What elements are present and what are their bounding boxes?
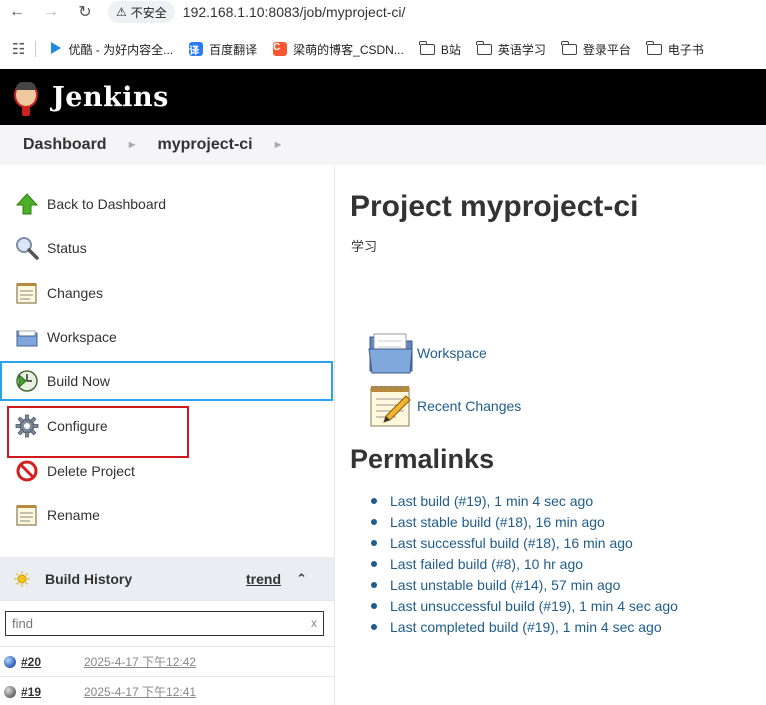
bookmark-separator (35, 41, 37, 57)
build-search-area: x (0, 600, 334, 646)
bookmark-folder-ebooks[interactable]: 电子书 (646, 40, 704, 58)
permalink-last-stable[interactable]: Last stable build (#18), 16 min ago (371, 511, 678, 532)
folder-icon (476, 40, 492, 55)
jenkins-title[interactable]: Jenkins (52, 82, 169, 113)
task-label: Changes (47, 285, 104, 301)
trend-link[interactable]: trend (246, 571, 281, 587)
jenkins-logo-icon[interactable] (10, 78, 42, 116)
back-arrow-icon[interactable]: ← (0, 0, 34, 24)
page-title: Project myproject-ci (350, 190, 639, 223)
build-row: #19 2025-4-17 下午12:41 (0, 676, 334, 705)
bookmark-folder-bzhan[interactable]: B站 (419, 40, 461, 58)
bookmark-label: B站 (440, 42, 461, 57)
chevron-right-icon[interactable]: ► (273, 139, 284, 151)
task-workspace[interactable]: Workspace (0, 317, 334, 357)
build-row: #20 2025-4-17 下午12:42 (0, 646, 334, 676)
csdn-icon: C (273, 42, 288, 56)
main-link-recent-changes[interactable]: Recent Changes (368, 384, 521, 428)
bookmark-label: 梁萌的博客_CSDN... (293, 42, 404, 57)
jenkins-header: Jenkins (0, 69, 766, 125)
permalink-last-unsuccessful[interactable]: Last unsuccessful build (#19), 1 min 4 s… (371, 595, 678, 616)
bookmark-folder-english[interactable]: 英语学习 (476, 40, 546, 58)
build-history-header: Build History trend ⌃ (0, 557, 334, 600)
bookmark-youku[interactable]: 优酷 - 为好内容全... (50, 41, 173, 58)
security-badge[interactable]: ⚠ 不安全 (108, 1, 175, 23)
folder-icon (561, 40, 577, 55)
bookmark-label: 电子书 (667, 42, 704, 57)
notepad-icon (15, 281, 39, 305)
status-ball-icon (4, 655, 16, 668)
bookmark-csdn[interactable]: C 梁萌的博客_CSDN... (273, 41, 404, 58)
baidu-translate-icon: 译 (189, 42, 204, 57)
notepad-icon (368, 384, 412, 428)
chevron-right-icon[interactable]: ► (127, 139, 138, 151)
bookmark-label: 百度翻译 (209, 42, 258, 57)
bookmark-folder-login[interactable]: 登录平台 (561, 40, 631, 58)
main-link-label: Recent Changes (417, 398, 522, 414)
task-build-now[interactable]: Build Now (0, 361, 333, 401)
build-date-link[interactable]: 2025-4-17 下午12:42 (84, 653, 196, 670)
task-back-to-dashboard[interactable]: Back to Dashboard (0, 184, 334, 224)
warning-icon: ⚠ (116, 5, 127, 19)
task-label: Build Now (47, 373, 111, 389)
permalinks-list: Last build (#19), 1 min 4 sec ago Last s… (371, 490, 678, 637)
panel-divider (334, 165, 335, 705)
folder-icon (646, 40, 662, 55)
chevron-up-icon[interactable]: ⌃ (296, 571, 307, 587)
clock-play-icon (15, 369, 39, 393)
bookmark-label: 登录平台 (582, 42, 631, 57)
main-link-label: Workspace (417, 345, 487, 361)
forward-arrow-icon[interactable]: → (34, 0, 68, 24)
folder-icon (419, 40, 435, 55)
reload-icon[interactable]: ↻ (68, 0, 102, 24)
main-link-workspace[interactable]: Workspace (368, 331, 487, 375)
apps-grid-icon[interactable]: ☷ (12, 40, 25, 58)
task-label: Rename (47, 507, 100, 523)
bookmark-baidu-translate[interactable]: 译 百度翻译 (189, 41, 257, 58)
permalink-last-successful[interactable]: Last successful build (#18), 16 min ago (371, 532, 678, 553)
bookmarks-bar: ☷ 优酷 - 为好内容全... 译 百度翻译 C 梁萌的博客_CSDN... B… (0, 36, 766, 62)
no-entry-icon (15, 459, 39, 483)
bookmark-label: 英语学习 (497, 42, 546, 57)
browser-address-bar: ← → ↻ ⚠ 不安全 192.168.1.10:8083/job/myproj… (0, 0, 766, 24)
youku-icon (50, 41, 62, 58)
breadcrumb-project[interactable]: myproject-ci (157, 136, 252, 154)
status-ball-icon (4, 685, 16, 698)
build-number-link[interactable]: #20 (21, 655, 41, 669)
notepad-icon (15, 503, 39, 527)
permalink-last-completed[interactable]: Last completed build (#19), 1 min 4 sec … (371, 616, 678, 637)
task-label: Delete Project (47, 463, 135, 479)
breadcrumb: Dashboard ► myproject-ci ► (0, 125, 766, 165)
sun-icon (14, 571, 30, 587)
permalinks-title: Permalinks (350, 444, 495, 474)
task-changes[interactable]: Changes (0, 273, 334, 313)
task-rename[interactable]: Rename (0, 495, 334, 535)
permalink-last-unstable[interactable]: Last unstable build (#14), 57 min ago (371, 574, 678, 595)
build-history-title: Build History (45, 570, 133, 587)
clear-search-icon[interactable]: x (311, 616, 317, 630)
url-field[interactable]: 192.168.1.10:8083/job/myproject-ci/ (183, 4, 406, 20)
breadcrumb-dashboard[interactable]: Dashboard (23, 136, 107, 154)
project-description: 学习 (351, 239, 378, 254)
task-label: Status (47, 240, 87, 256)
security-label: 不安全 (130, 5, 167, 20)
permalink-last-failed[interactable]: Last failed build (#8), 10 hr ago (371, 553, 678, 574)
task-status[interactable]: Status (0, 228, 334, 268)
permalink-last-build[interactable]: Last build (#19), 1 min 4 sec ago (371, 490, 678, 511)
task-label: Back to Dashboard (47, 196, 167, 212)
build-number-link[interactable]: #19 (21, 685, 41, 699)
folder-icon (368, 331, 413, 375)
task-label: Workspace (47, 329, 117, 345)
folder-icon (15, 325, 39, 349)
build-search-input[interactable] (5, 611, 324, 636)
build-date-link[interactable]: 2025-4-17 下午12:41 (84, 683, 196, 700)
magnifier-icon (15, 236, 39, 260)
task-delete-project[interactable]: Delete Project (0, 451, 334, 491)
bookmark-label: 优酷 - 为好内容全... (68, 42, 174, 57)
up-arrow-icon (15, 192, 39, 216)
